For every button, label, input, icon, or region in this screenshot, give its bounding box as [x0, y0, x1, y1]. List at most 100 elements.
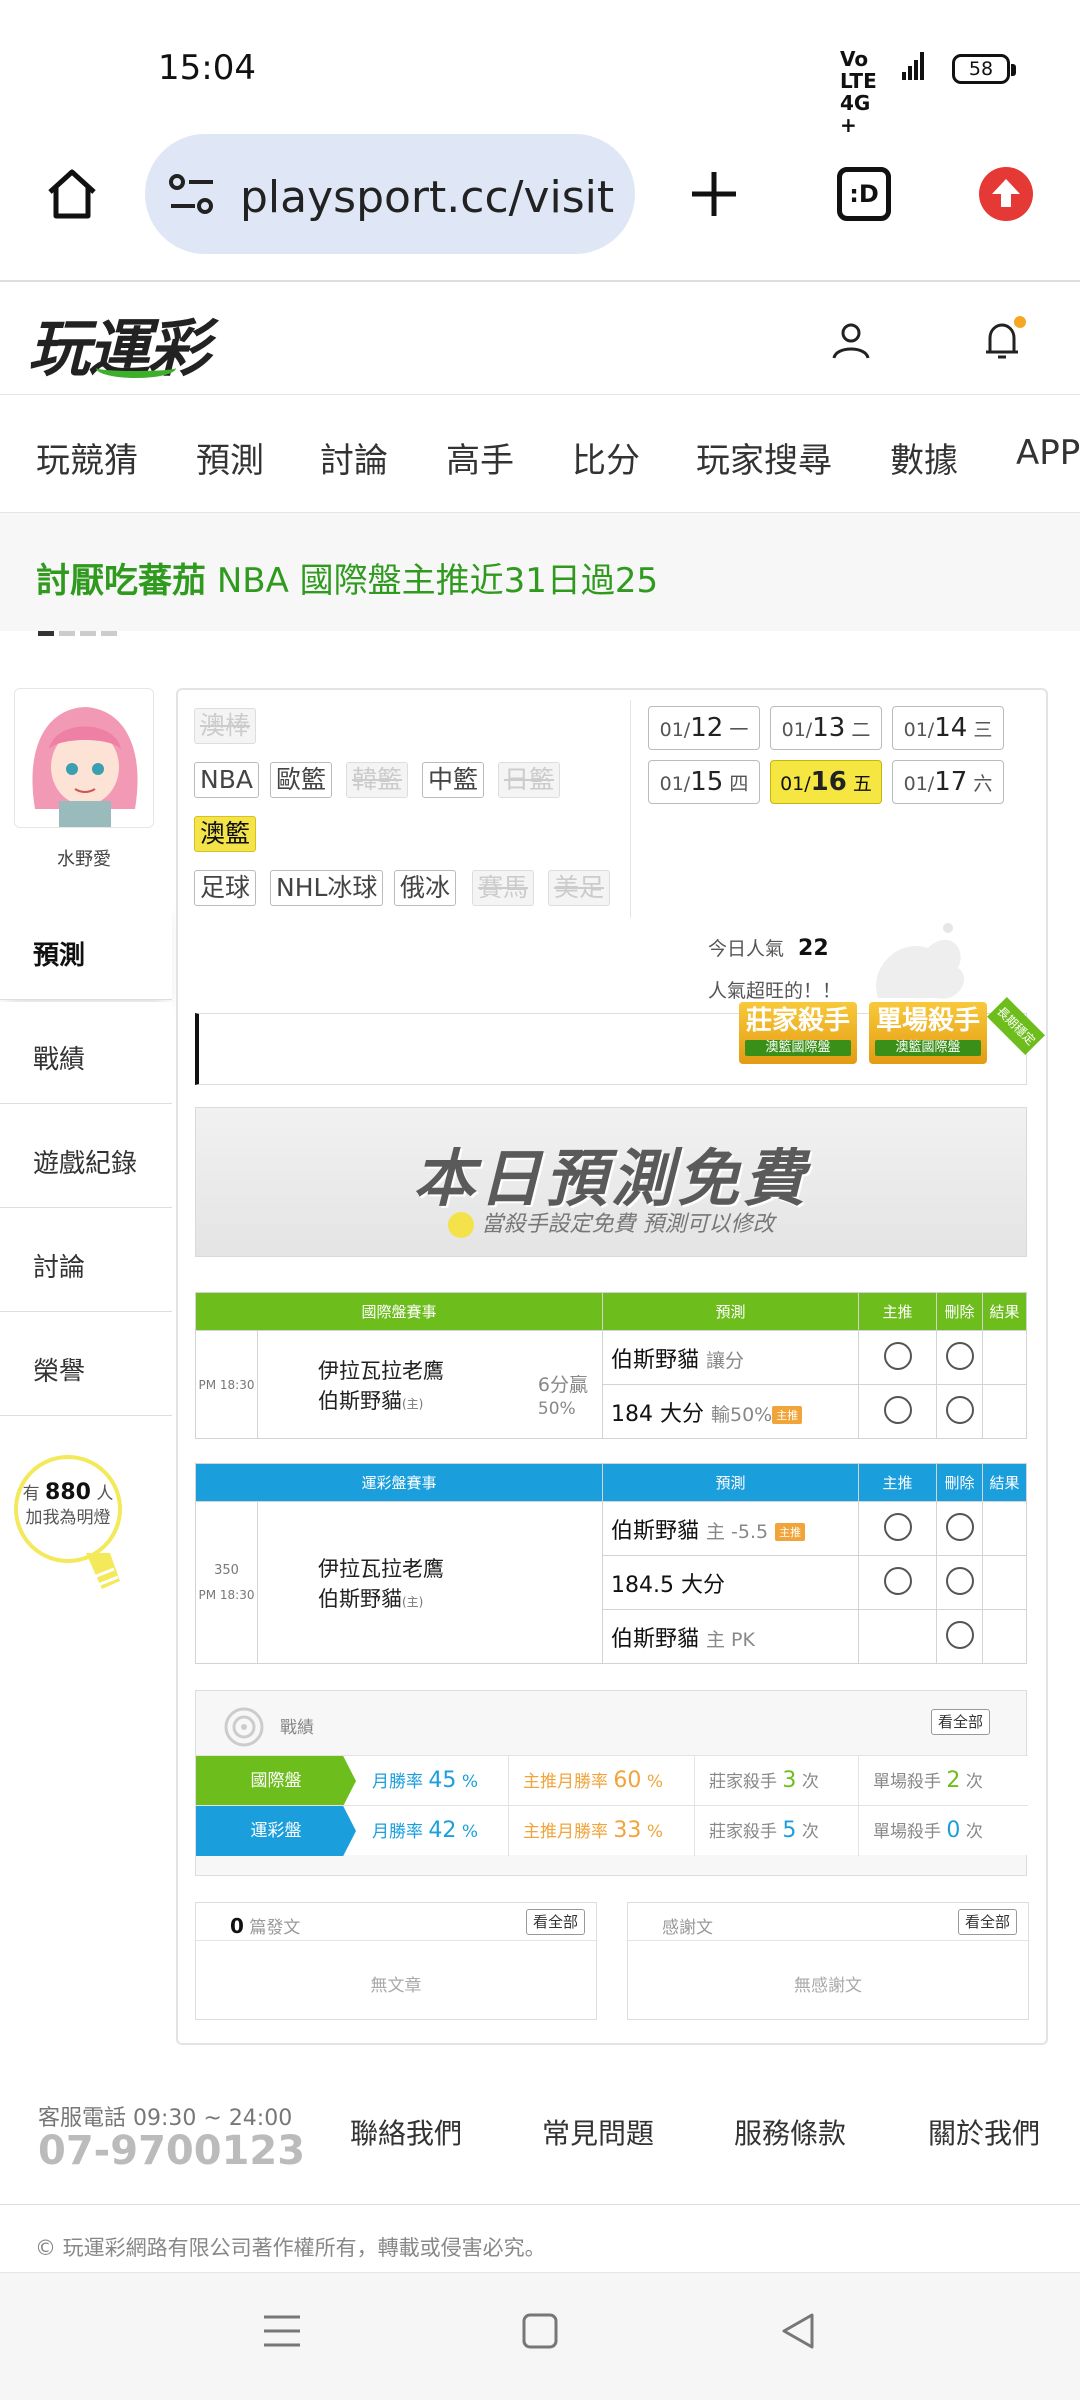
lottery-delete-radio-2[interactable]: [945, 1566, 974, 1595]
free-banner-subtitle: 當殺手設定免費 預測可以修改: [196, 1206, 1026, 1238]
intl-header-game: 國際盤賽事: [195, 1292, 603, 1331]
new-tab-button[interactable]: [680, 160, 748, 228]
date-0114[interactable]: 01/14 三: [892, 706, 1004, 750]
side-tab-predict[interactable]: 預測: [0, 898, 172, 1000]
lottery-result-2: [982, 1555, 1027, 1610]
footer-link-terms[interactable]: 服務條款: [734, 2112, 846, 2152]
fans-prefix: 有: [22, 1484, 40, 1504]
battery-indicator: 58: [952, 54, 1016, 84]
intl-delete-radio-2[interactable]: [945, 1395, 974, 1424]
home-square-icon[interactable]: [520, 2311, 560, 2351]
nav-item-scores[interactable]: 比分: [572, 433, 640, 482]
nav-item-play[interactable]: 玩競猜: [36, 433, 138, 482]
record-see-all-button[interactable]: 看全部: [931, 1709, 991, 1735]
profile-name: 水野愛: [57, 849, 111, 870]
service-phone[interactable]: 07-9700123: [38, 2128, 305, 2174]
posts-see-all-button[interactable]: 看全部: [526, 1909, 586, 1935]
footer-link-faq[interactable]: 常見問題: [542, 2112, 654, 2152]
intl-main-radio-2[interactable]: [883, 1395, 912, 1424]
posts-empty: 無文章: [370, 1976, 422, 1996]
footer-link-contact[interactable]: 聯絡我們: [350, 2112, 462, 2152]
lottery-main-radio-2[interactable]: [883, 1566, 912, 1595]
intl-main-radio-1[interactable]: [883, 1341, 912, 1370]
bell-icon[interactable]: [978, 316, 1028, 366]
site-settings-icon: [169, 174, 213, 214]
sport-chip-soccer[interactable]: 足球: [194, 870, 257, 906]
date-0117[interactable]: 01/17 六: [892, 760, 1004, 804]
sport-chip-nba[interactable]: NBA: [194, 762, 259, 798]
home-button[interactable]: [38, 160, 106, 228]
thanks-empty: 無感謝文: [794, 1976, 862, 1996]
nav-item-predict[interactable]: 預測: [196, 433, 264, 482]
lightbulb-icon: [86, 1553, 120, 1589]
sport-chip-aus-basketball[interactable]: 澳籃: [194, 816, 257, 852]
date-0113[interactable]: 01/13 二: [770, 706, 882, 750]
sport-chip-china-basketball[interactable]: 中籃: [422, 762, 485, 798]
side-tab-record[interactable]: 戰績: [0, 1002, 172, 1104]
user-icon[interactable]: [828, 318, 874, 364]
menu-icon[interactable]: [262, 2311, 302, 2351]
fans-action: 加我為明燈: [25, 1508, 111, 1528]
nav-item-player-search[interactable]: 玩家搜尋: [696, 433, 832, 482]
nav-item-app[interactable]: APP: [1016, 433, 1080, 473]
record-title: 戰績: [280, 1718, 314, 1738]
filter-divider: [630, 700, 631, 918]
site-header: 玩運彩: [0, 280, 1080, 395]
lottery-delete-radio-3[interactable]: [945, 1620, 974, 1649]
side-tab-honor[interactable]: 榮譽: [0, 1314, 172, 1416]
killer-badge-bar: 莊家殺手 澳籃國際盤 單場殺手 澳籃國際盤 長期穩定: [195, 997, 1045, 1085]
lottery-header-main: 主推: [858, 1463, 937, 1502]
update-button[interactable]: [972, 160, 1040, 228]
sport-chip-horse-racing: 賽馬: [472, 870, 535, 906]
address-bar[interactable]: playsport.cc/visit: [145, 134, 635, 254]
banker-killer-badge: 莊家殺手 澳籃國際盤: [739, 1002, 857, 1064]
lottery-header-result: 結果: [982, 1463, 1027, 1502]
intl-result-1: [982, 1330, 1027, 1385]
plus-icon: [692, 172, 736, 216]
browser-toolbar: playsport.cc/visit :D: [0, 120, 1080, 280]
intl-pred-2: 184 大分 輸50% 主推: [602, 1384, 859, 1439]
signal-icon: [902, 52, 924, 80]
record-row-lottery: 運彩盤 月勝率 42 % 主推月勝率 33 % 莊家殺手 5 次 單場殺手 0 …: [196, 1805, 1028, 1856]
marquee-message: NBA 國際盤主推近31日過25: [216, 561, 659, 601]
lottery-main-radio-1[interactable]: [883, 1512, 912, 1541]
nav-item-forum[interactable]: 討論: [320, 433, 388, 482]
sport-chip-russia-hockey[interactable]: 俄冰: [394, 870, 457, 906]
nav-item-data[interactable]: 數據: [890, 433, 958, 482]
popularity-label: 今日人氣: [708, 938, 785, 960]
follow-light-button[interactable]: 有 880 人 加我為明燈: [14, 1455, 124, 1595]
main-nav: 玩競猜 預測 討論 高手 比分 玩家搜尋 數據 APP: [0, 395, 1080, 513]
record-section: 戰績 看全部 國際盤 月勝率 45 % 主推月勝率 60 % 莊家殺手 3 次 …: [195, 1690, 1028, 1876]
lottery-delete-radio-1[interactable]: [945, 1512, 974, 1541]
avatar: [14, 688, 154, 828]
intl-spread-pct: 50%: [537, 1399, 576, 1419]
date-0112[interactable]: 01/12 一: [648, 706, 760, 750]
date-0115[interactable]: 01/15 四: [648, 760, 760, 804]
lottery-team-home: 伯斯野貓: [318, 1586, 402, 1611]
record-row-intl: 國際盤 月勝率 45 % 主推月勝率 60 % 莊家殺手 3 次 單場殺手 2 …: [196, 1755, 1028, 1806]
lottery-header-game: 運彩盤賽事: [195, 1463, 603, 1502]
sport-chip-nhl[interactable]: NHL冰球: [270, 870, 384, 906]
side-tab-forum[interactable]: 討論: [0, 1210, 172, 1312]
record-intl-banker-killer: 莊家殺手 3 次: [694, 1756, 858, 1806]
sport-chip-euro-basketball[interactable]: 歐籃: [270, 762, 333, 798]
record-intl-main-win: 主推月勝率 60 %: [508, 1756, 694, 1806]
intl-header-main: 主推: [858, 1292, 937, 1331]
sport-chip-american-football: 美足: [548, 870, 611, 906]
news-marquee[interactable]: 討厭吃蕃茄 NBA 國際盤主推近31日過25: [0, 513, 1080, 636]
tab-switcher-button[interactable]: :D: [830, 160, 898, 228]
intl-game-time: PM 18:30: [195, 1330, 258, 1439]
site-footer: 客服電話 09:30 ~ 24:00 07-9700123 聯絡我們 常見問題 …: [0, 2080, 1080, 2205]
side-tab-game-log[interactable]: 遊戲紀錄: [0, 1106, 172, 1208]
popularity-box: 今日人氣 22 人氣超旺的！！: [708, 928, 841, 1012]
site-logo[interactable]: 玩運彩: [28, 298, 210, 388]
thanks-see-all-button[interactable]: 看全部: [958, 1909, 1018, 1935]
back-icon[interactable]: [778, 2311, 818, 2351]
intl-header-delete: 刪除: [936, 1292, 983, 1331]
date-0116[interactable]: 01/16 五: [770, 760, 882, 804]
intl-delete-radio-1[interactable]: [945, 1341, 974, 1370]
footer-link-about[interactable]: 關於我們: [928, 2112, 1040, 2152]
nav-item-experts[interactable]: 高手: [446, 433, 514, 482]
lottery-result-1: [982, 1501, 1027, 1556]
record-intl-win: 月勝率 45 %: [372, 1768, 478, 1793]
